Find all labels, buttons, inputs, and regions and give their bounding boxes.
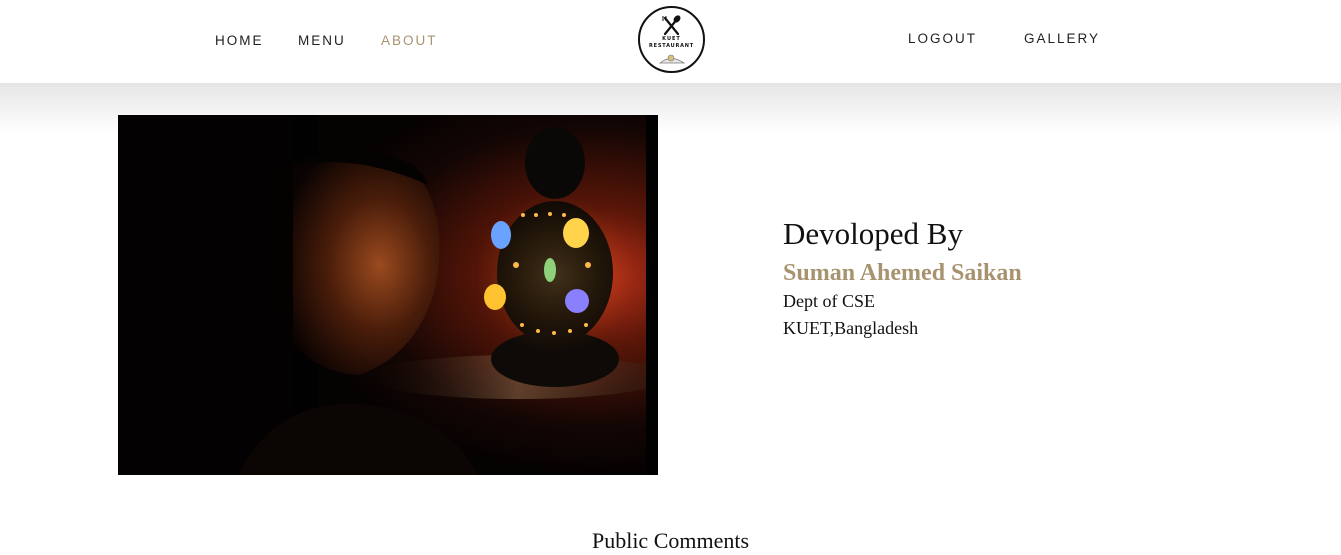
navbar-shadow [0, 83, 1341, 133]
nav-menu-link[interactable]: MENU [298, 33, 346, 48]
public-comments-title: Public Comments [591, 528, 750, 553]
developer-photo [118, 115, 658, 475]
restaurant-logo[interactable]: KUET RESTAURANT [638, 6, 705, 73]
developed-by-heading: Devoloped By [783, 216, 963, 251]
developer-info: Devoloped By Suman Ahemed Saikan Dept of… [783, 214, 1022, 342]
nav-about-link[interactable]: ABOUT [381, 33, 438, 48]
nav-logout-link[interactable]: LOGOUT [908, 31, 977, 46]
logo-text-restaurant: RESTAURANT [649, 43, 694, 49]
top-navbar: HOME MENU ABOUT KUET RESTAURANT LOGOUT G… [0, 0, 1341, 83]
logo-text-kuet: KUET [662, 36, 681, 42]
developer-dept: Dept of CSE [783, 291, 875, 311]
nav-gallery-link[interactable]: GALLERY [1024, 31, 1100, 46]
developer-institution: KUET,Bangladesh [783, 318, 919, 338]
developer-name: Suman Ahemed Saikan [783, 260, 1022, 286]
nav-home-link[interactable]: HOME [215, 33, 264, 48]
